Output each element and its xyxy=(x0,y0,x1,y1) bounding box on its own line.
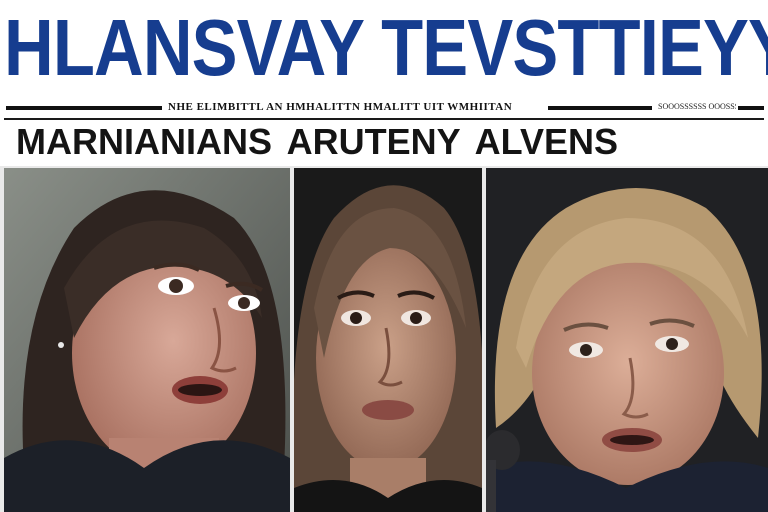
photo-right xyxy=(486,168,768,512)
photo-strip xyxy=(0,166,768,512)
portrait-center xyxy=(294,168,482,512)
masthead: HLANSVAY TEVSTTIEYY xyxy=(0,0,768,96)
portrait-left xyxy=(4,168,290,512)
headline-band: MARNIANIANS ARUTENY ALVENS xyxy=(4,118,764,168)
rule-right xyxy=(738,106,764,110)
photo-left xyxy=(4,168,290,512)
newspaper-page: HLANSVAY TEVSTTIEYY NHE ELIMBITTL AN HMH… xyxy=(0,0,768,512)
edition-text: SOOOSSSSSS OOOSSSS xyxy=(658,102,736,111)
dateline-row: NHE ELIMBITTL AN HMHALITTN HMALITT UIT W… xyxy=(0,98,768,116)
photo-center xyxy=(294,168,482,512)
rule-middle xyxy=(548,106,652,110)
portrait-right xyxy=(486,168,768,512)
dateline: NHE ELIMBITTL AN HMHALITTN HMALITT UIT W… xyxy=(168,101,513,113)
masthead-title: HLANSVAY TEVSTTIEYY xyxy=(4,3,768,92)
headline: MARNIANIANS ARUTENY ALVENS xyxy=(16,121,619,162)
rule-left xyxy=(6,106,162,110)
